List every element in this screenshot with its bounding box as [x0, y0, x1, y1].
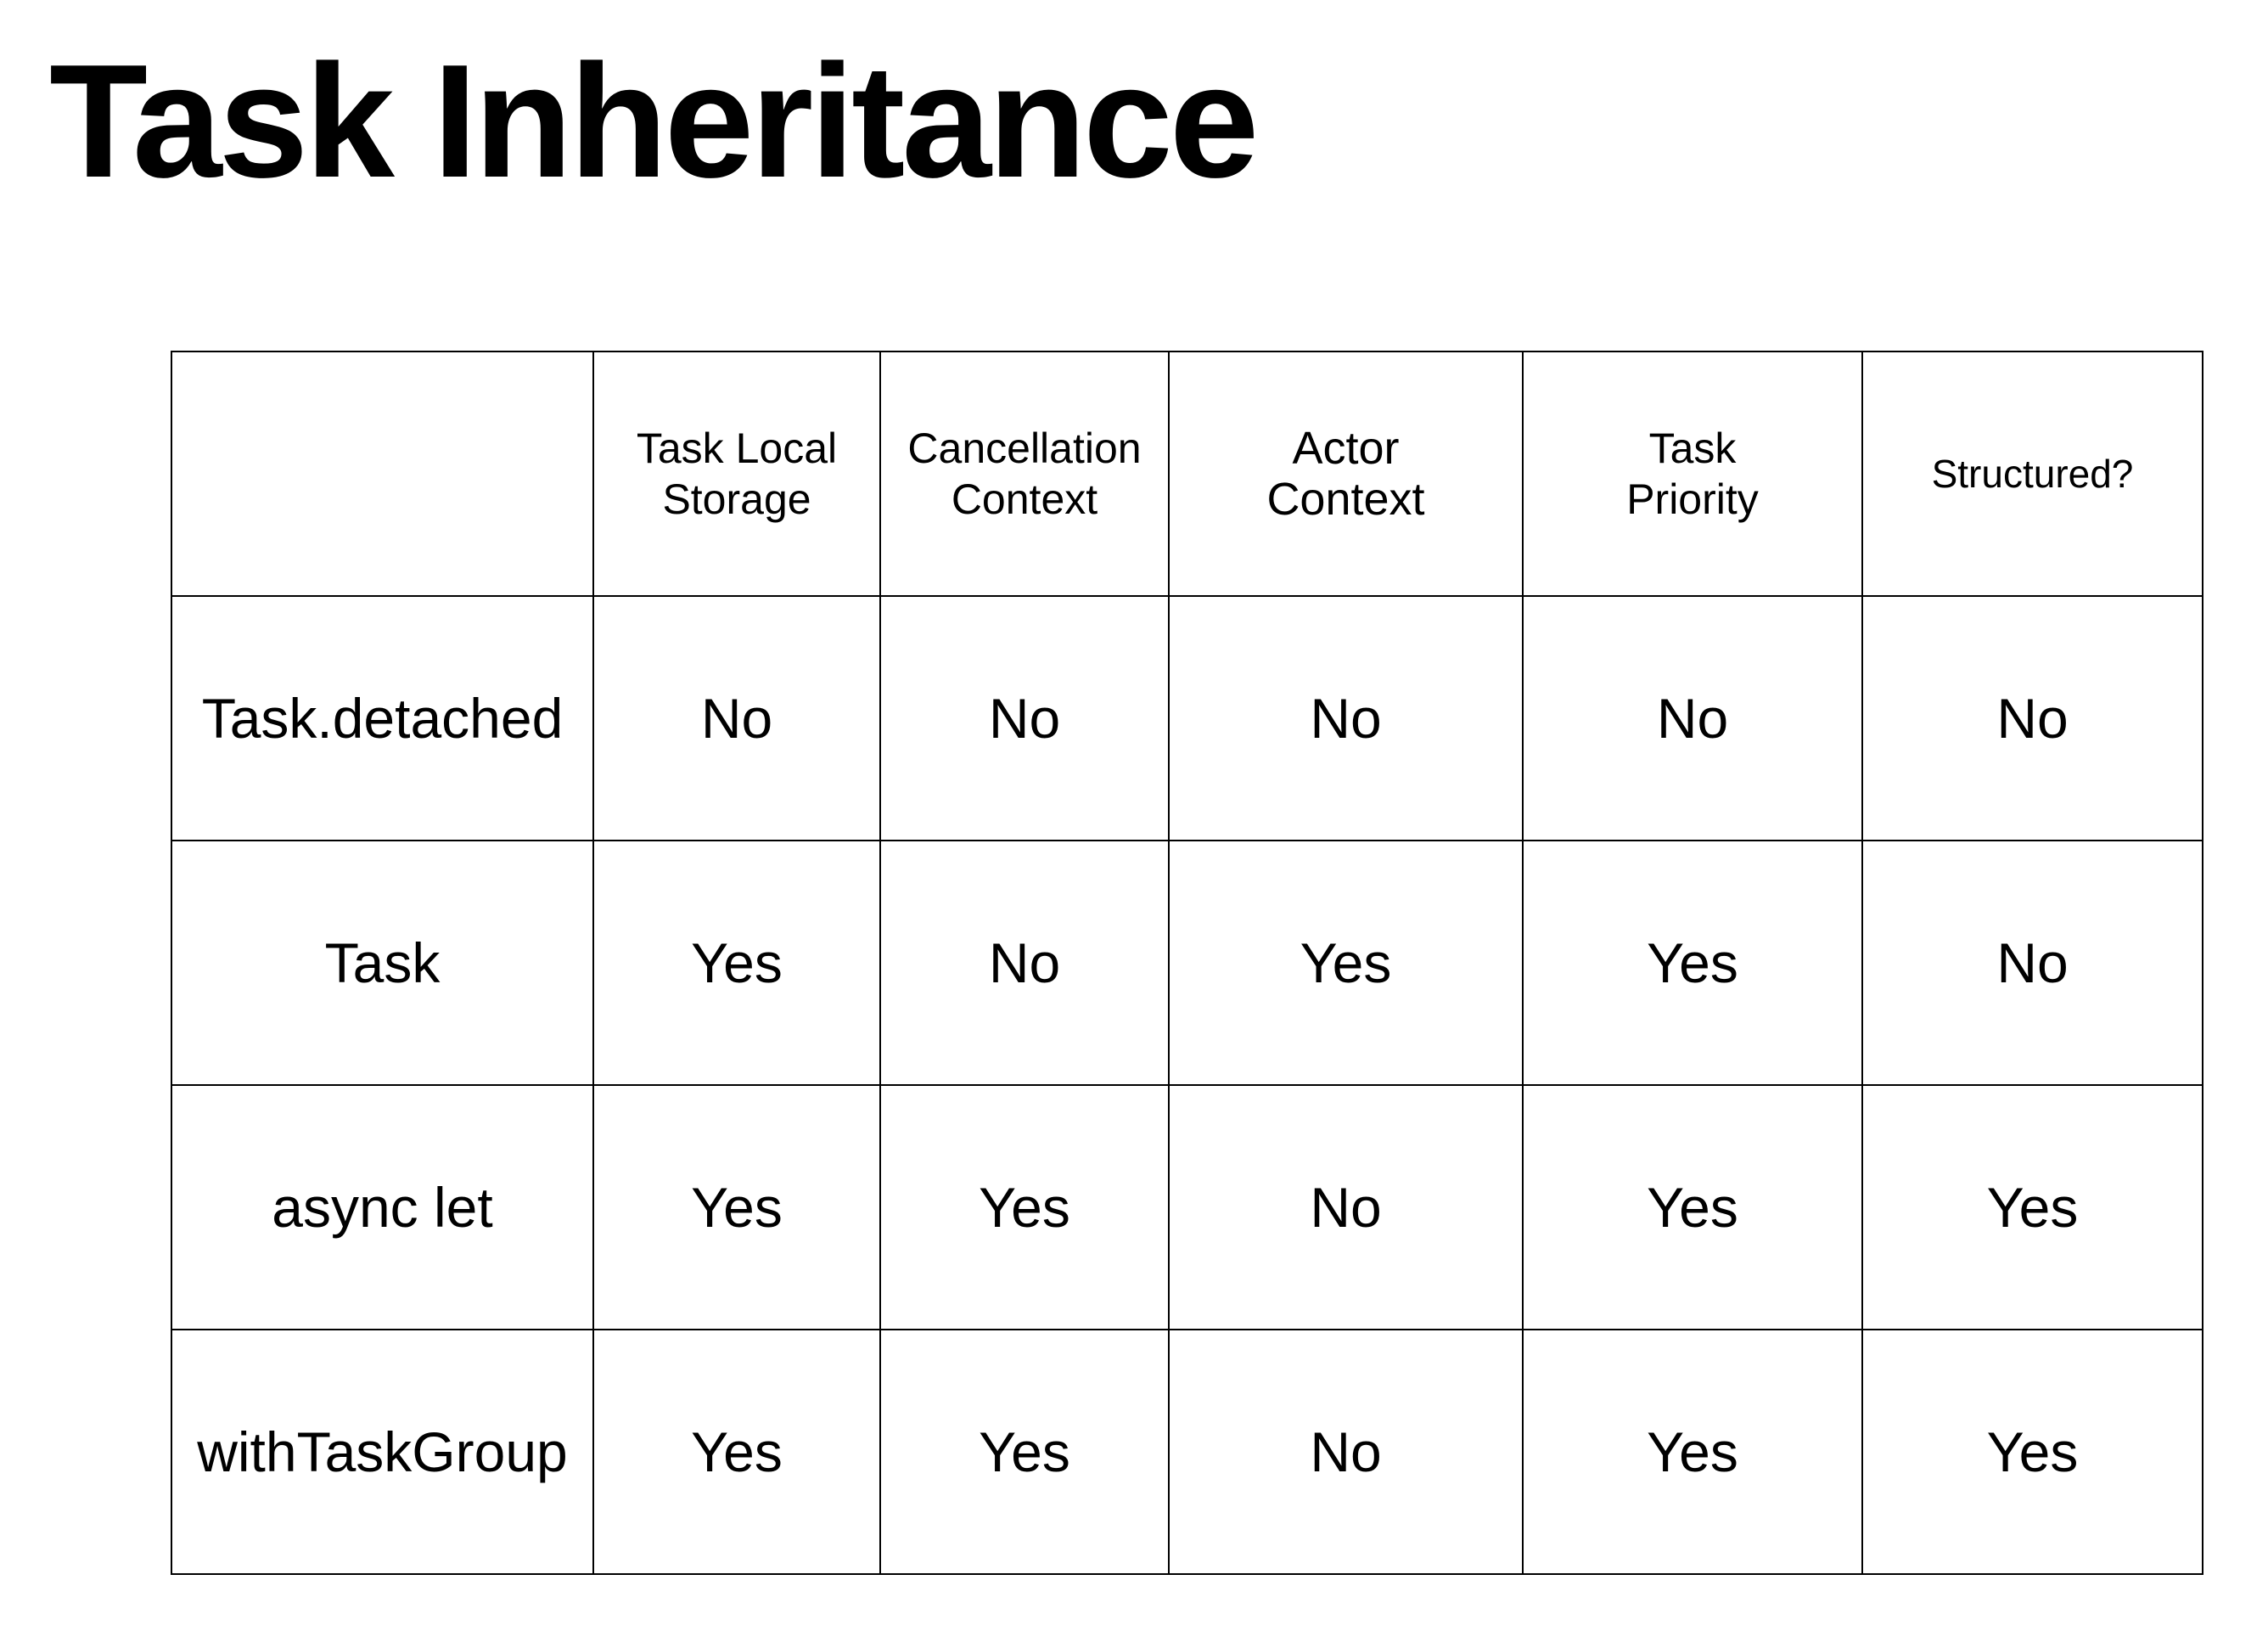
table-cell: Yes	[1522, 1084, 1863, 1330]
header-cell-empty	[171, 351, 594, 597]
page-title: Task Inheritance	[49, 31, 1259, 211]
table-cell: No	[592, 595, 881, 841]
table-cell: No	[1522, 595, 1863, 841]
row-label: Task.detached	[171, 595, 594, 841]
header-task-local-storage: Task Local Storage	[592, 351, 881, 597]
table-cell: No	[1861, 840, 2203, 1086]
table-cell: Yes	[879, 1084, 1170, 1330]
table-cell: Yes	[1522, 1329, 1863, 1575]
row-label: Task	[171, 840, 594, 1086]
table-cell: Yes	[592, 1084, 881, 1330]
table-cell: Yes	[1168, 840, 1524, 1086]
table-cell: Yes	[592, 840, 881, 1086]
table-cell: No	[1168, 1084, 1524, 1330]
table-row: async let Yes Yes No Yes Yes	[171, 1084, 2203, 1330]
header-cancellation-context: Cancellation Context	[879, 351, 1170, 597]
table-header-row: Task Local Storage Cancellation Context …	[171, 351, 2203, 597]
row-label: async let	[171, 1084, 594, 1330]
table-row: Task Yes No Yes Yes No	[171, 840, 2203, 1086]
header-structured: Structured?	[1861, 351, 2203, 597]
table-cell: No	[1168, 1329, 1524, 1575]
table-cell: Yes	[1861, 1084, 2203, 1330]
table-cell: Yes	[1861, 1329, 2203, 1575]
table-cell: Yes	[1522, 840, 1863, 1086]
header-actor-context: Actor Context	[1168, 351, 1524, 597]
table-row: withTaskGroup Yes Yes No Yes Yes	[171, 1329, 2203, 1575]
table-cell: Yes	[592, 1329, 881, 1575]
row-label: withTaskGroup	[171, 1329, 594, 1575]
table-cell: Yes	[879, 1329, 1170, 1575]
table-cell: No	[879, 840, 1170, 1086]
table-cell: No	[879, 595, 1170, 841]
table-row: Task.detached No No No No No	[171, 595, 2203, 841]
inheritance-table: Task Local Storage Cancellation Context …	[171, 351, 2203, 1575]
table-cell: No	[1861, 595, 2203, 841]
table-cell: No	[1168, 595, 1524, 841]
header-task-priority: Task Priority	[1522, 351, 1863, 597]
